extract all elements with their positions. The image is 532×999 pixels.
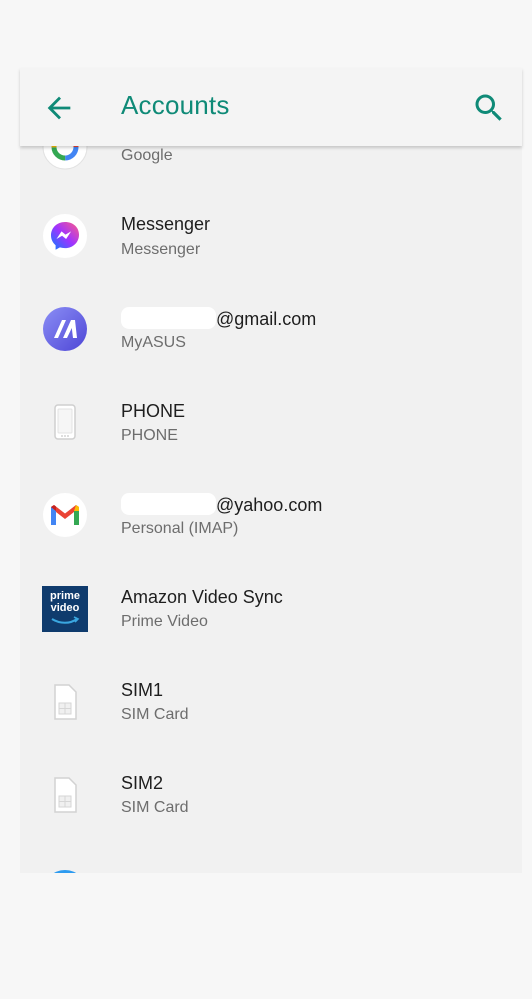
account-name: Messenger [121, 214, 211, 234]
account-row-sim2[interactable]: SIM2 SIM Card [20, 749, 522, 842]
prime-video-icon: prime video [42, 586, 88, 632]
account-type: MyASUS [121, 334, 186, 351]
account-type: Personal (IMAP) [121, 520, 239, 537]
account-type: PHONE [121, 427, 178, 444]
account-type: Google [121, 147, 173, 164]
account-row-amazon-video[interactable]: prime video Amazon Video Sync Prime Vide… [20, 563, 522, 656]
account-type: Prime Video [121, 613, 208, 630]
sim-card-icon [42, 679, 88, 725]
page-title: Accounts [121, 90, 230, 120]
account-type: SIM Card [121, 799, 189, 816]
account-icon [42, 869, 88, 873]
prime-logo-text: prime [50, 590, 80, 602]
accounts-list[interactable]: Google Messenger Messenger @gmail.com My… [20, 118, 522, 873]
messenger-icon [42, 213, 88, 259]
app-bar: Accounts [20, 68, 522, 146]
account-name: PHONE [121, 401, 186, 421]
search-icon [475, 94, 502, 121]
sim-card-icon [42, 772, 88, 818]
account-row-phone[interactable]: PHONE PHONE [20, 377, 522, 470]
account-type: Messenger [121, 241, 201, 258]
back-button[interactable] [42, 91, 76, 125]
account-row-myasus[interactable]: @gmail.com MyASUS [20, 284, 522, 377]
redacted-text [121, 307, 216, 329]
account-row-imap[interactable]: @yahoo.com Personal (IMAP) [20, 470, 522, 563]
search-button[interactable] [471, 90, 507, 126]
myasus-icon [42, 306, 88, 352]
arrow-left-icon [47, 96, 71, 120]
video-logo-text: video [50, 602, 80, 614]
account-name: SIM2 [121, 773, 164, 793]
account-name: Amazon Video Sync [121, 587, 283, 607]
phone-icon [42, 399, 88, 445]
account-row-messenger[interactable]: Messenger Messenger [20, 191, 522, 284]
account-row-sim1[interactable]: SIM1 SIM Card [20, 656, 522, 749]
account-email: @gmail.com [121, 307, 316, 330]
redacted-text [121, 493, 216, 515]
gmail-icon [42, 492, 88, 538]
account-row-partial[interactable] [20, 842, 522, 873]
account-type: SIM Card [121, 706, 189, 723]
account-name: SIM1 [121, 680, 164, 700]
account-email: @yahoo.com [121, 493, 322, 516]
